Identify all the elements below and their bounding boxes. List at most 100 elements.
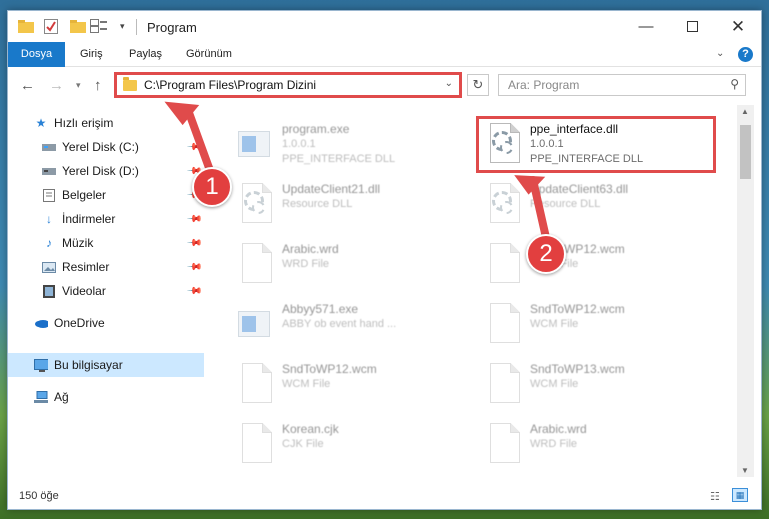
sidebar-item-label: Resimler — [62, 260, 110, 274]
customize-toolbar-icon[interactable] — [90, 19, 108, 33]
file-name: SndToWP13.wcm — [530, 362, 625, 376]
recent-locations-icon[interactable]: ▾ — [76, 80, 81, 91]
file-description: Resource DLL — [282, 198, 353, 210]
document-icon — [482, 421, 520, 467]
step-badge-1: 1 — [192, 167, 232, 207]
new-folder-icon[interactable] — [70, 19, 86, 33]
sidebar-item-downloads[interactable]: ↓ İndirmeler 📌 — [8, 207, 204, 231]
star-icon: ★ — [35, 116, 47, 130]
file-item[interactable]: SndToWP13.wcm WCM File — [482, 357, 722, 415]
search-input[interactable]: Ara: Program ⚲ — [498, 74, 746, 96]
file-name: Abbyy571.exe — [282, 302, 359, 316]
sidebar-item-label: OneDrive — [54, 316, 105, 330]
file-description: CJK File — [282, 438, 324, 450]
sidebar-item-pictures[interactable]: Resimler 📌 — [8, 255, 204, 279]
sidebar-item-network[interactable]: Ağ — [8, 385, 204, 409]
scroll-up-icon[interactable]: ▲ — [741, 107, 749, 116]
vertical-scrollbar[interactable]: ▲ ▼ — [737, 105, 754, 477]
search-placeholder: Ara: Program — [508, 78, 580, 92]
file-name: SndToWP12.wcm — [282, 362, 377, 376]
documents-icon — [42, 188, 56, 202]
up-arrow-icon[interactable]: ↑ — [94, 77, 102, 94]
refresh-button[interactable]: ↻ — [467, 74, 489, 96]
file-name: UpdateClient21.dll — [282, 182, 381, 196]
file-item[interactable]: Arabic.wrd WRD File — [234, 237, 474, 295]
network-icon — [34, 390, 48, 404]
close-icon: ✕ — [730, 16, 746, 36]
title-bar: ▾ Program — ✕ — [8, 11, 761, 42]
chevron-down-icon[interactable]: ▾ — [120, 21, 125, 32]
file-list: program.exe 1.0.0.1 PPE_INTERFACE DLL pp… — [204, 105, 736, 477]
window-title: Program — [147, 20, 197, 35]
document-icon — [234, 421, 272, 467]
file-name: UpdateClient63.dll — [530, 182, 629, 196]
sidebar-item-quick-access[interactable]: ★ Hızlı erişim — [8, 111, 204, 135]
file-item-program-exe[interactable]: program.exe 1.0.0.1 PPE_INTERFACE DLL — [234, 117, 474, 175]
pin-icon[interactable]: 📌 — [186, 211, 203, 228]
folder-icon — [123, 76, 137, 91]
pin-icon[interactable]: 📌 — [186, 259, 203, 276]
dll-gear-icon — [234, 181, 272, 227]
file-item[interactable]: SndToWP12.wcm WCM File — [482, 297, 722, 355]
sidebar-item-label: Belgeler — [62, 188, 107, 202]
file-item[interactable]: Abbyy571.exe ABBY ob event hand ... — [234, 297, 474, 355]
minimize-button[interactable]: — — [623, 11, 669, 42]
sidebar-item-disk-c[interactable]: Yerel Disk (C:) 📌 — [8, 135, 204, 159]
address-bar[interactable]: C:\Program Files\Program Dizini ⌄ — [114, 72, 462, 98]
sidebar-item-this-pc[interactable]: Bu bilgisayar — [8, 353, 204, 377]
sidebar-item-disk-d[interactable]: Yerel Disk (D:) 📌 — [8, 159, 204, 183]
file-description: ABBY ob event hand ... — [282, 318, 397, 330]
music-icon: ♪ — [46, 236, 52, 250]
video-icon — [42, 284, 56, 298]
file-item[interactable]: Korean.cjk CJK File — [234, 417, 474, 475]
file-item[interactable]: SndToWP12.wcm WCM File — [234, 357, 474, 415]
sidebar-item-onedrive[interactable]: OneDrive — [8, 311, 204, 335]
tiles-view-icon[interactable]: ▦ — [732, 488, 748, 502]
document-icon — [234, 241, 272, 287]
computer-icon — [34, 358, 48, 372]
forward-arrow-icon[interactable]: → — [49, 77, 64, 94]
folder-icon[interactable] — [18, 19, 34, 33]
tab-file[interactable]: Dosya — [8, 42, 65, 67]
scroll-thumb[interactable] — [740, 125, 751, 179]
help-icon[interactable]: ? — [738, 47, 753, 62]
file-name: program.exe — [282, 122, 350, 136]
sidebar-item-videos[interactable]: Videolar 📌 — [8, 279, 204, 303]
pin-icon[interactable]: 📌 — [186, 139, 203, 156]
download-icon: ↓ — [46, 212, 52, 226]
document-icon — [234, 361, 272, 407]
tab-view[interactable]: Görünüm — [186, 42, 232, 67]
close-button[interactable]: ✕ — [715, 11, 761, 42]
search-icon[interactable]: ⚲ — [730, 77, 739, 91]
tab-share[interactable]: Paylaş — [129, 42, 162, 67]
refresh-icon: ↻ — [472, 77, 484, 92]
title-separator — [136, 19, 137, 35]
pin-icon[interactable]: 📌 — [186, 283, 203, 300]
sidebar-item-documents[interactable]: Belgeler 📌 — [8, 183, 204, 207]
tab-home[interactable]: Giriş — [80, 42, 103, 67]
expand-ribbon-icon[interactable]: ⌄ — [716, 48, 724, 59]
chevron-down-icon[interactable]: ⌄ — [445, 78, 453, 89]
pictures-icon — [42, 261, 56, 274]
file-description: WCM File — [282, 378, 331, 390]
item-count: 150 öğe — [19, 490, 59, 502]
address-path[interactable]: C:\Program Files\Program Dizini — [144, 78, 316, 92]
file-description: WRD File — [282, 258, 330, 270]
file-name: SndToWP12.wcm — [530, 302, 625, 316]
properties-check-icon[interactable] — [44, 19, 58, 34]
sidebar-item-music[interactable]: ♪ Müzik 📌 — [8, 231, 204, 255]
navigation-pane: ★ Hızlı erişim Yerel Disk (C:) 📌 Yerel D… — [8, 105, 204, 477]
pin-icon[interactable]: 📌 — [186, 235, 203, 252]
maximize-button[interactable] — [669, 11, 715, 42]
file-item[interactable]: UpdateClient21.dll Resource DLL — [234, 177, 474, 235]
file-item[interactable]: SndToWP12.wcm WCM File — [482, 237, 722, 295]
scroll-down-icon[interactable]: ▼ — [741, 466, 749, 475]
document-icon — [482, 241, 520, 287]
step-badge-2: 2 — [526, 234, 566, 274]
file-name: Arabic.wrd — [282, 242, 339, 256]
file-item[interactable]: Arabic.wrd WRD File — [482, 417, 722, 475]
details-view-icon[interactable]: ☷ — [710, 490, 720, 503]
back-arrow-icon[interactable]: ← — [20, 77, 35, 94]
file-item[interactable]: UpdateClient63.dll Resource DLL — [482, 177, 722, 235]
sidebar-item-label: Müzik — [62, 236, 94, 250]
